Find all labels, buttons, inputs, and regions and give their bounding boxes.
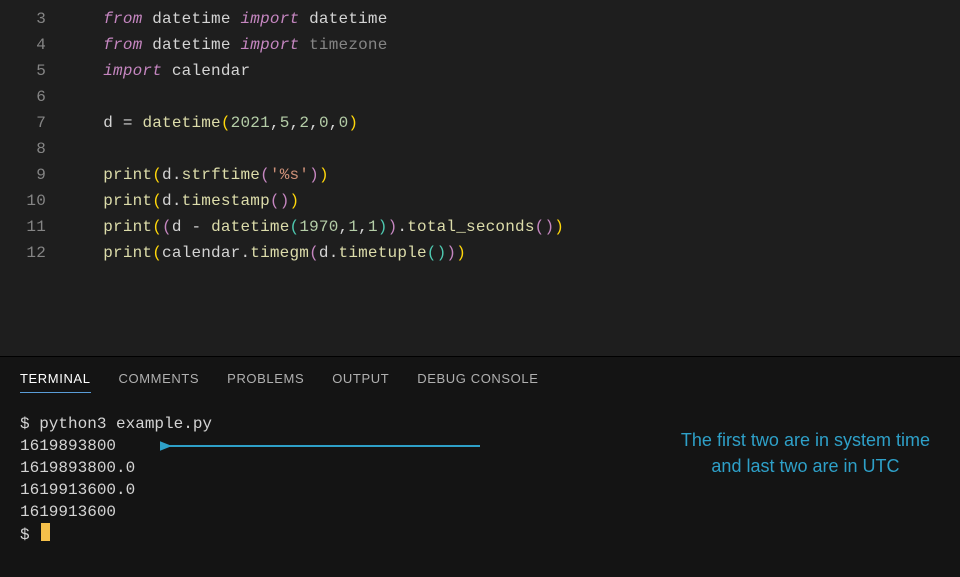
cursor-icon bbox=[41, 523, 50, 541]
code-line: 7 d = datetime(2021,5,2,0,0) bbox=[0, 110, 960, 136]
line-number: 11 bbox=[0, 214, 64, 240]
terminal-line: 1619893800.0 bbox=[20, 457, 940, 479]
code-content: from datetime import datetime bbox=[64, 6, 388, 32]
tab-comments[interactable]: COMMENTS bbox=[119, 371, 200, 393]
terminal-output[interactable]: $ python3 example.py 1619893800 16198938… bbox=[0, 399, 960, 546]
line-number: 6 bbox=[0, 84, 64, 110]
code-content: import calendar bbox=[64, 58, 250, 84]
panel-tabs: TERMINAL COMMENTS PROBLEMS OUTPUT DEBUG … bbox=[0, 357, 960, 399]
code-content: print((d - datetime(1970,1,1)).total_sec… bbox=[64, 214, 564, 240]
code-line: 12 print(calendar.timegm(d.timetuple())) bbox=[0, 240, 960, 266]
code-content: print(calendar.timegm(d.timetuple())) bbox=[64, 240, 466, 266]
tab-debug[interactable]: DEBUG CONSOLE bbox=[417, 371, 538, 393]
line-number: 10 bbox=[0, 188, 64, 214]
code-line: 11 print((d - datetime(1970,1,1)).total_… bbox=[0, 214, 960, 240]
code-line: 10 print(d.timestamp()) bbox=[0, 188, 960, 214]
bottom-panel: TERMINAL COMMENTS PROBLEMS OUTPUT DEBUG … bbox=[0, 356, 960, 577]
terminal-line: 1619913600.0 bbox=[20, 479, 940, 501]
code-content: print(d.timestamp()) bbox=[64, 188, 299, 214]
line-number: 4 bbox=[0, 32, 64, 58]
line-number: 7 bbox=[0, 110, 64, 136]
line-number: 5 bbox=[0, 58, 64, 84]
code-editor[interactable]: 3 from datetime import datetime 4 from d… bbox=[0, 0, 960, 356]
prompt-symbol: $ bbox=[20, 415, 39, 433]
terminal-line: $ python3 example.py bbox=[20, 413, 940, 435]
terminal-line: 1619893800 bbox=[20, 435, 940, 457]
tab-problems[interactable]: PROBLEMS bbox=[227, 371, 304, 393]
prompt-symbol: $ bbox=[20, 526, 39, 544]
code-line: 6 bbox=[0, 84, 960, 110]
code-content: print(d.strftime('%s')) bbox=[64, 162, 329, 188]
terminal-line: $ bbox=[20, 523, 940, 546]
code-content: from datetime import timezone bbox=[64, 32, 388, 58]
line-number: 12 bbox=[0, 240, 64, 266]
line-number: 9 bbox=[0, 162, 64, 188]
code-line: 9 print(d.strftime('%s')) bbox=[0, 162, 960, 188]
code-line: 3 from datetime import datetime bbox=[0, 6, 960, 32]
code-content: d = datetime(2021,5,2,0,0) bbox=[64, 110, 358, 136]
tab-terminal[interactable]: TERMINAL bbox=[20, 371, 91, 393]
tab-output[interactable]: OUTPUT bbox=[332, 371, 389, 393]
terminal-command: python3 example.py bbox=[39, 415, 212, 433]
line-number: 8 bbox=[0, 136, 64, 162]
terminal-line: 1619913600 bbox=[20, 501, 940, 523]
code-line: 4 from datetime import timezone bbox=[0, 32, 960, 58]
line-number: 3 bbox=[0, 6, 64, 32]
code-line: 8 bbox=[0, 136, 960, 162]
code-line: 5 import calendar bbox=[0, 58, 960, 84]
